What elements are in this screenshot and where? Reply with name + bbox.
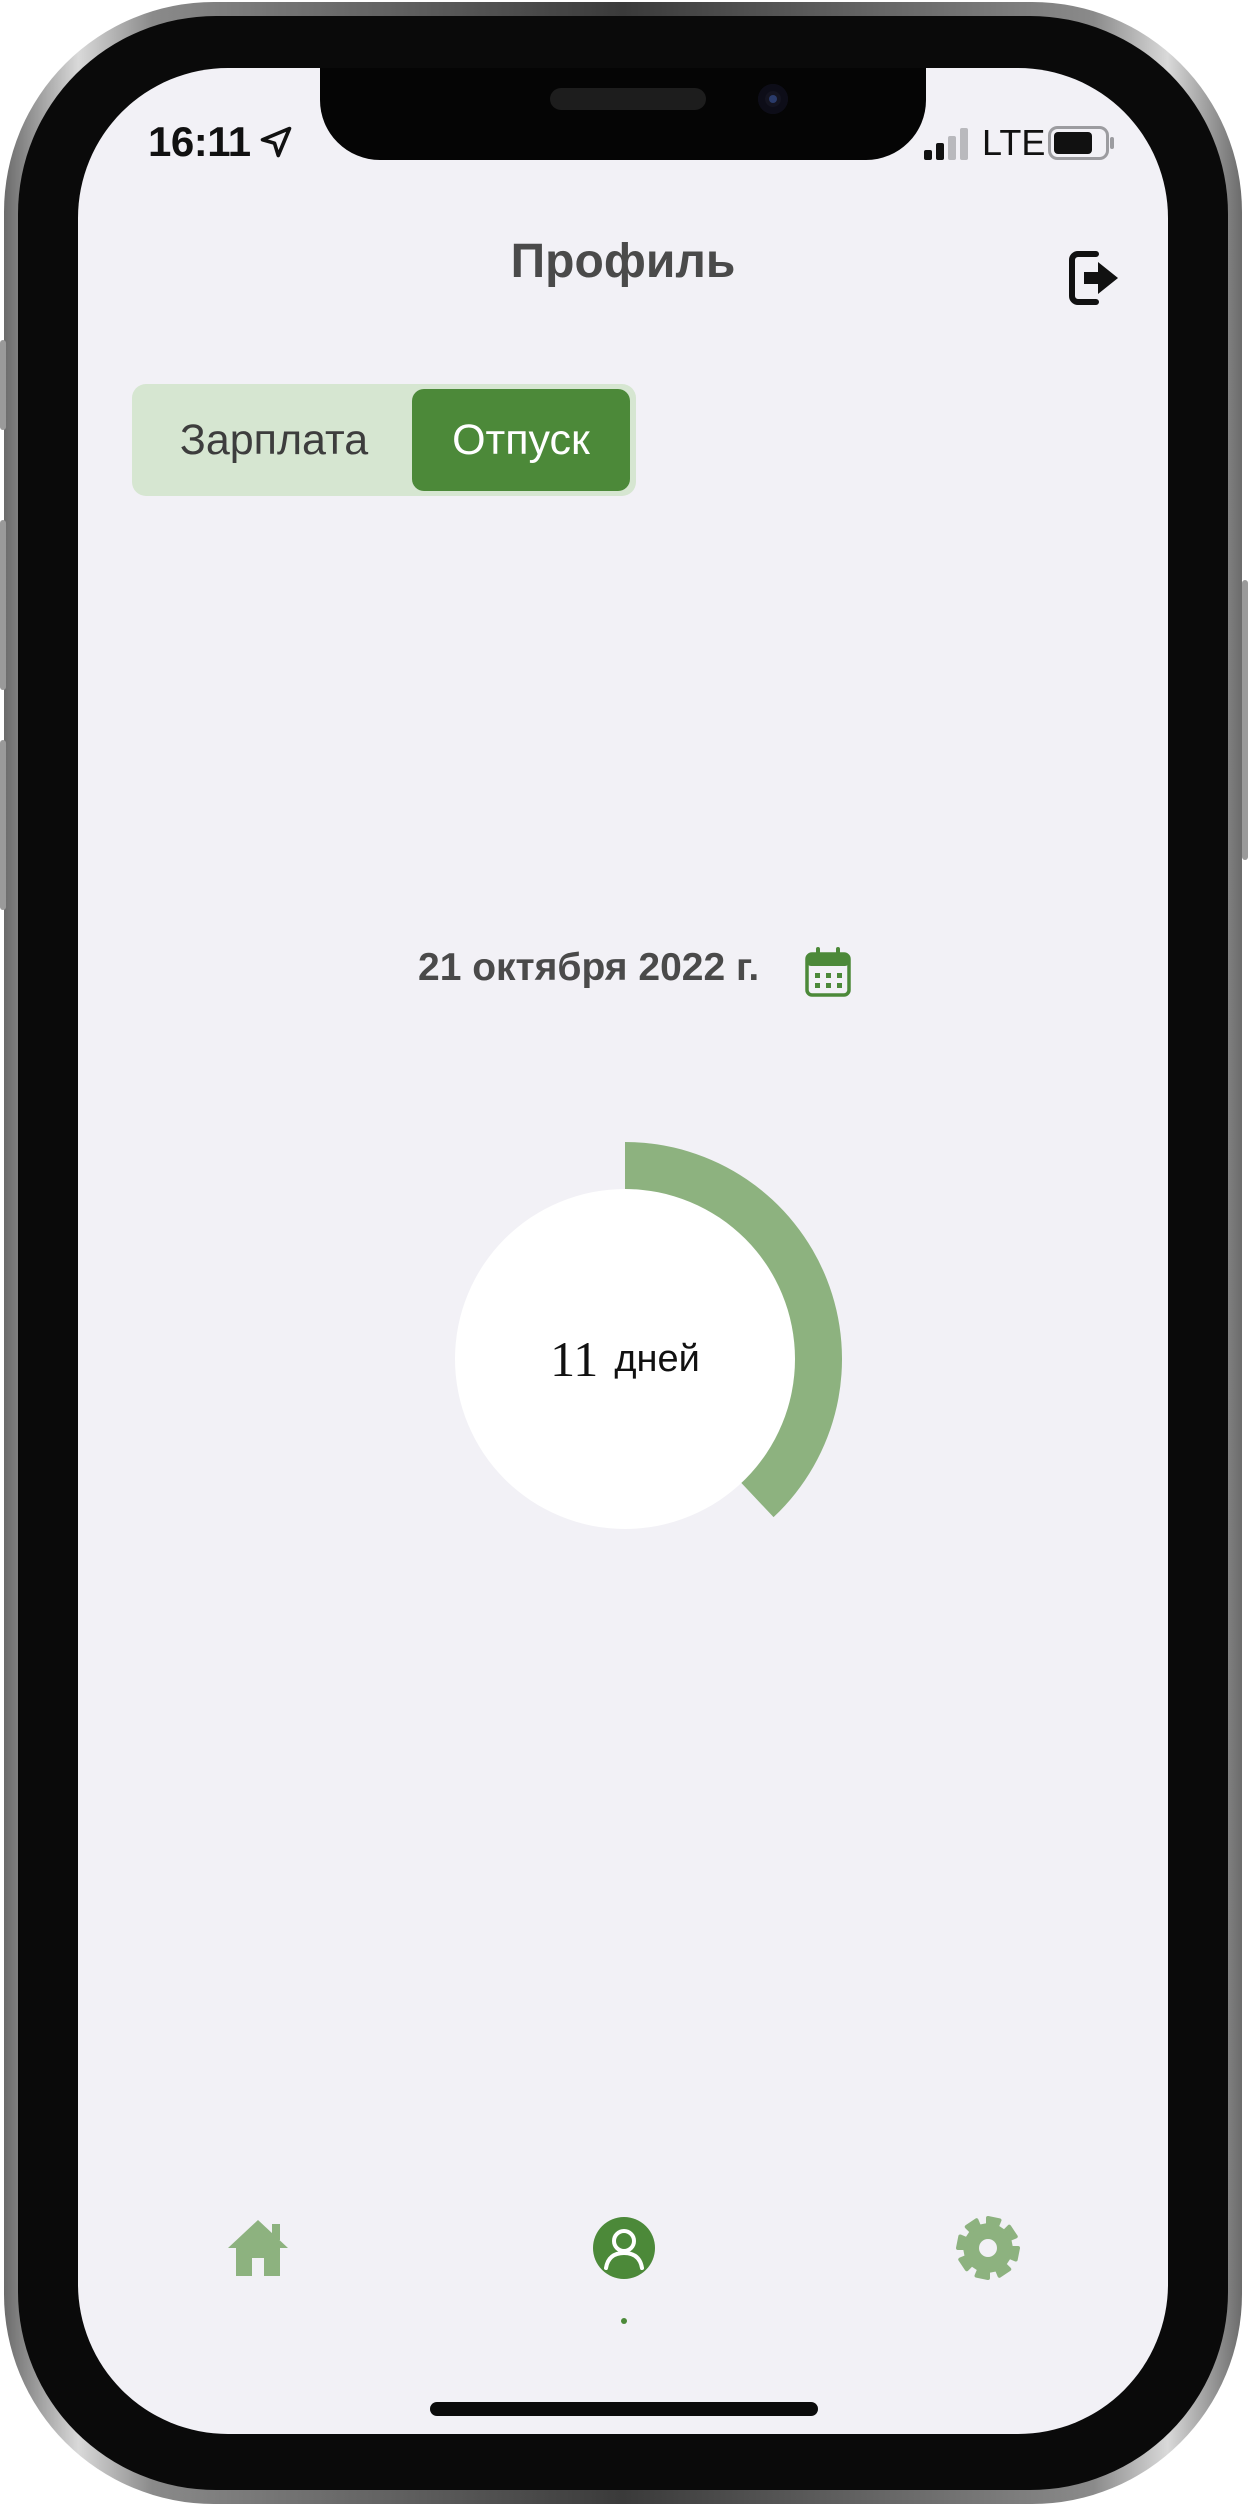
home-icon[interactable] — [226, 2216, 290, 2280]
power-button — [1242, 580, 1248, 860]
volume-up-button — [0, 520, 6, 690]
mute-switch — [0, 340, 6, 430]
logout-icon[interactable] — [1068, 246, 1124, 310]
profile-icon[interactable] — [592, 2216, 656, 2280]
active-tab-indicator — [621, 2318, 627, 2324]
network-type: LTE — [982, 122, 1046, 163]
volume-down-button — [0, 740, 6, 910]
battery-icon — [1048, 126, 1114, 160]
vacation-days-unit: дней — [614, 1337, 700, 1380]
cellular-signal-icon — [924, 128, 968, 160]
gear-icon[interactable] — [956, 2216, 1020, 2280]
vacation-days-value: 11 — [550, 1331, 599, 1387]
earpiece-speaker — [550, 88, 706, 110]
status-time: 16:11 — [148, 118, 251, 165]
location-arrow-icon — [260, 126, 292, 158]
front-camera — [758, 84, 788, 114]
calendar-icon[interactable] — [804, 946, 852, 998]
segment-salary[interactable]: Зарплата — [138, 389, 410, 491]
vacation-days-label: 11 дней — [408, 1142, 842, 1576]
phone-screen: 16:11 LTE Профиль Зарплата Отпуск 21 окт… — [78, 68, 1168, 2434]
selected-date[interactable]: 21 октября 2022 г. — [418, 946, 759, 990]
notch — [320, 68, 926, 160]
page-title: Профиль — [510, 235, 736, 288]
date-selector: 21 октября 2022 г. — [78, 938, 1168, 1008]
salary-vacation-toggle: Зарплата Отпуск — [132, 384, 636, 496]
home-indicator[interactable] — [430, 2402, 818, 2416]
segment-vacation[interactable]: Отпуск — [412, 389, 630, 491]
